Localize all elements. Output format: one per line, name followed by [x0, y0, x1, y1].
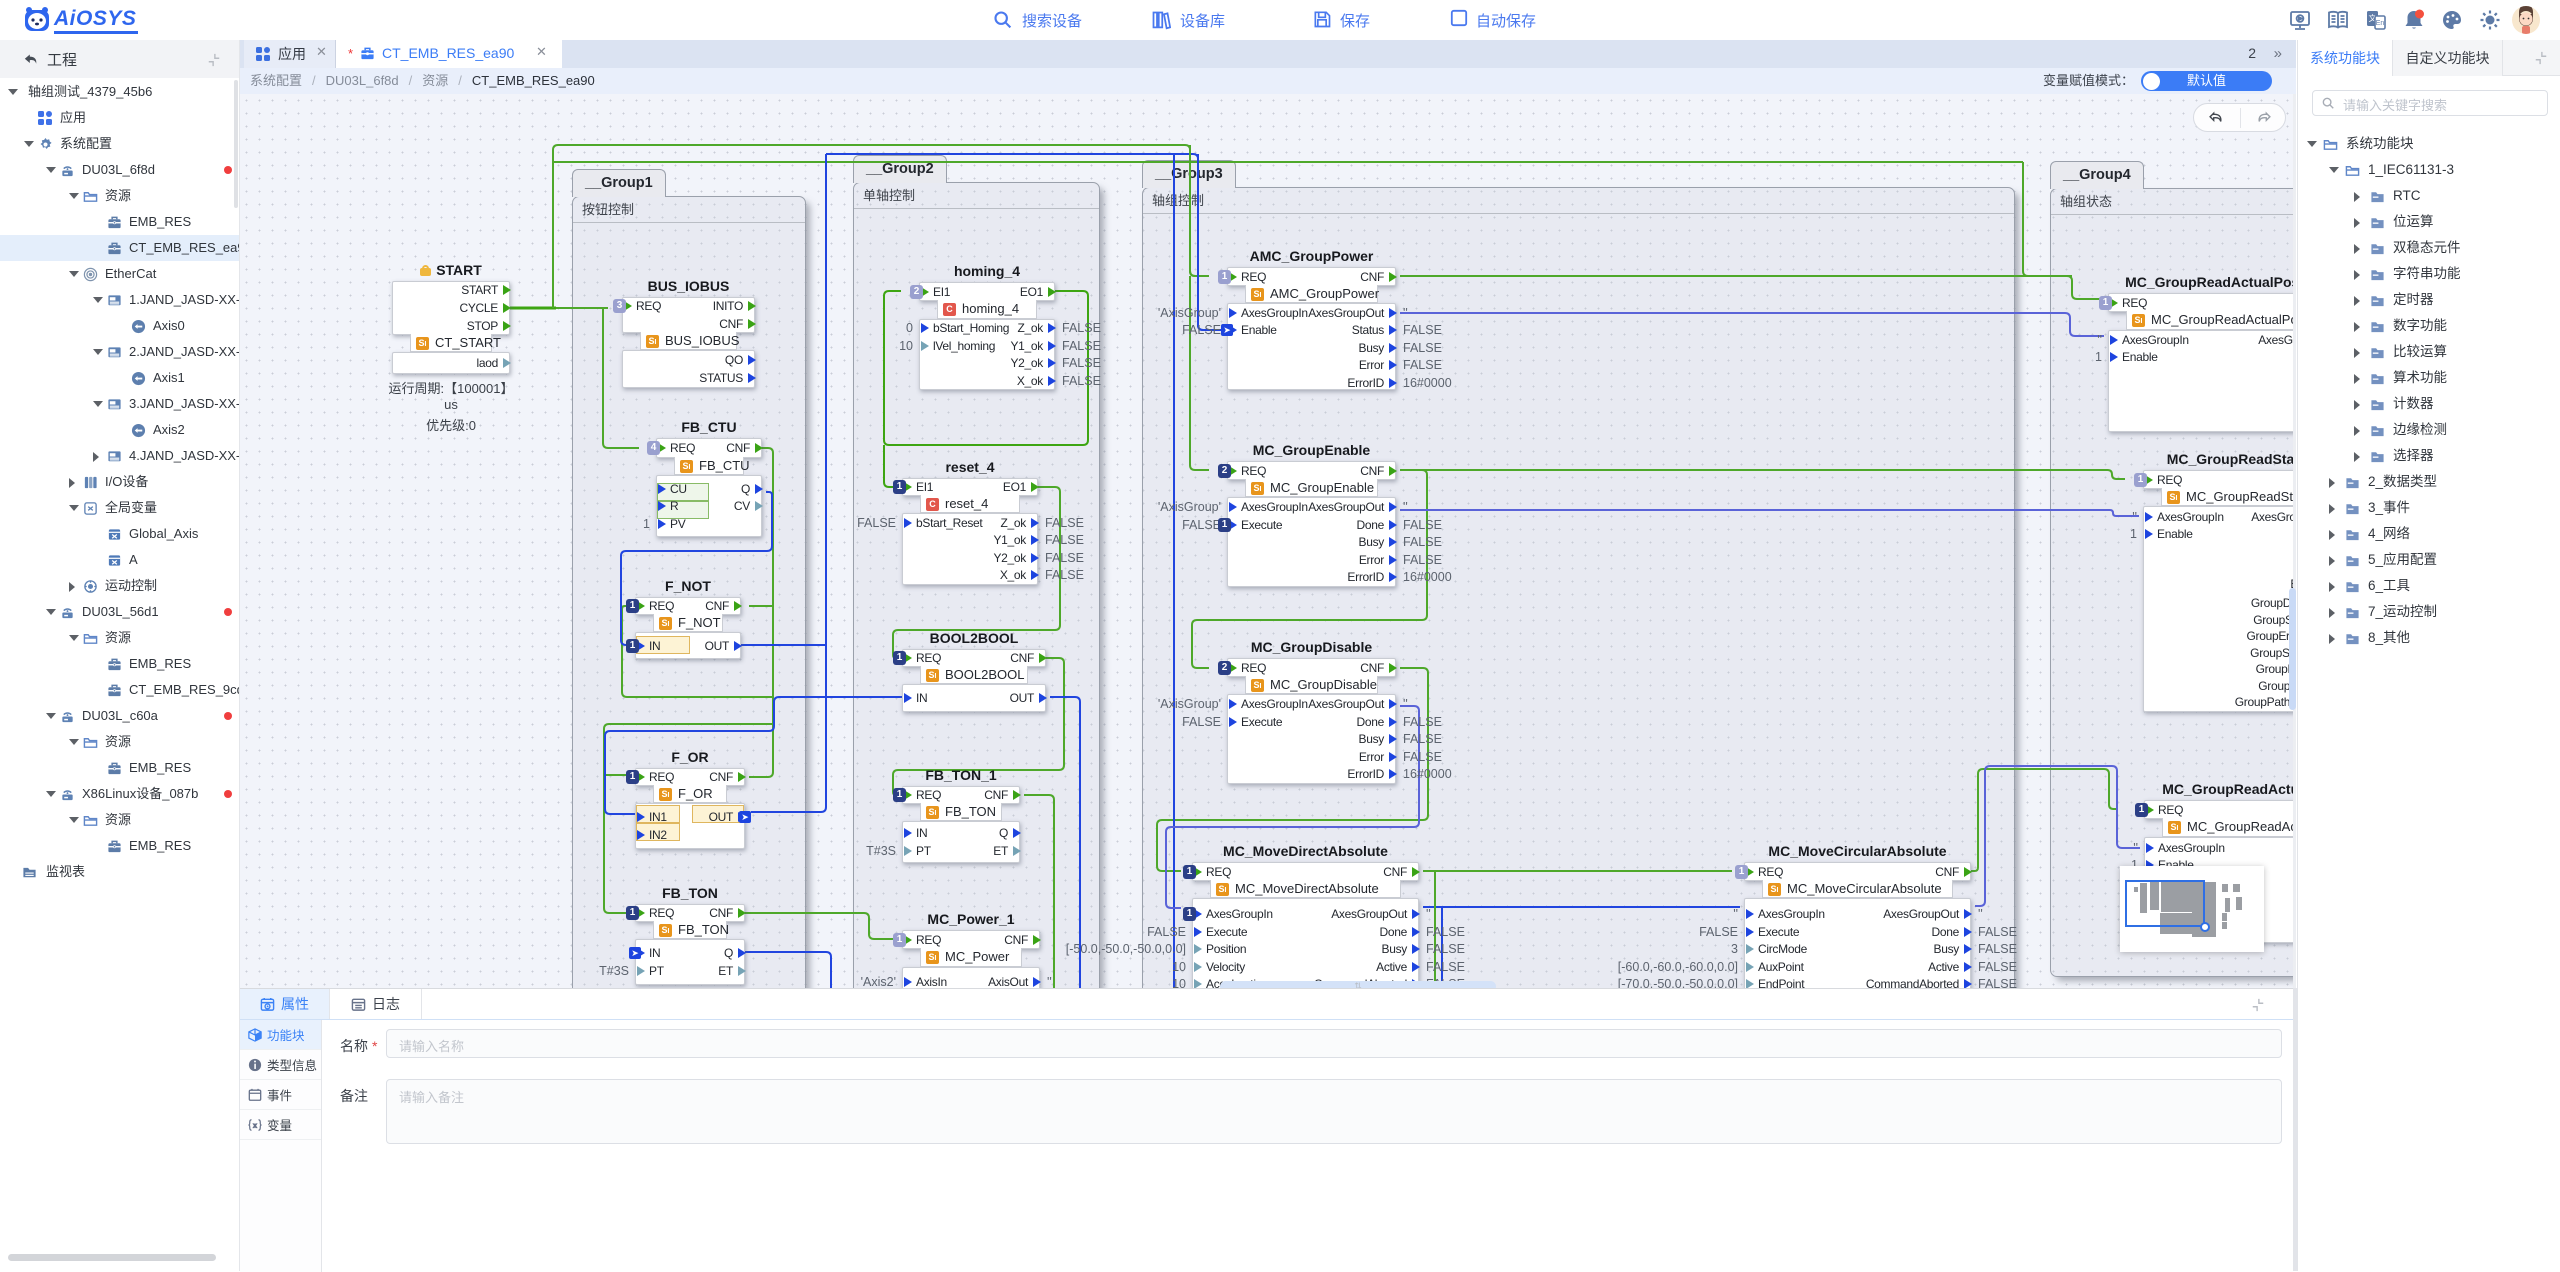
svg-text:x: x: [253, 1122, 257, 1129]
svg-text:En: En: [2376, 20, 2385, 27]
